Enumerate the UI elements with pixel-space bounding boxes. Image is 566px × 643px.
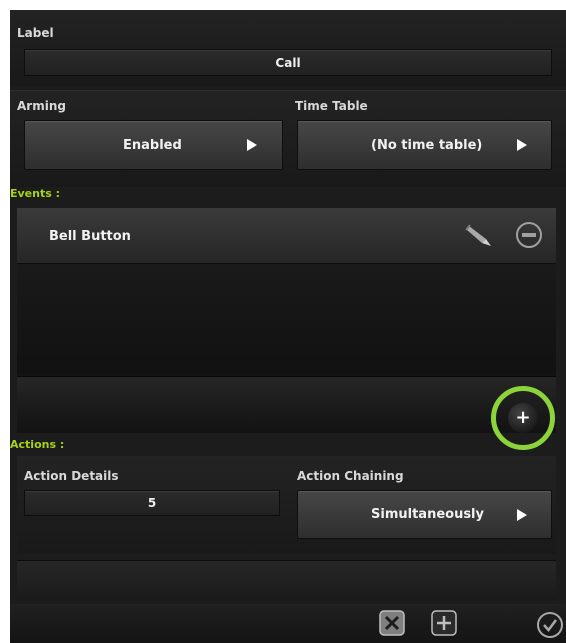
action-details-title: Action Details <box>24 469 119 483</box>
action-chaining-title: Action Chaining <box>297 469 404 483</box>
add-event-button[interactable]: + <box>491 386 555 450</box>
add-icon[interactable] <box>431 610 457 636</box>
pencil-icon[interactable] <box>465 222 493 248</box>
label-title: Label <box>17 26 54 40</box>
action-list <box>17 560 556 601</box>
confirm-icon[interactable] <box>536 611 564 639</box>
arming-title: Arming <box>17 99 66 113</box>
delete-icon[interactable] <box>379 610 405 636</box>
event-list-item[interactable]: Bell Button <box>17 208 556 264</box>
arming-value: Enabled <box>123 137 182 153</box>
action-chaining-arrow-icon <box>517 508 527 521</box>
actions-title: Actions : <box>10 438 65 451</box>
events-panel: Bell Button <box>17 208 556 433</box>
rule-editor-window: Label Call Arming Enabled Time Table (No… <box>10 10 566 643</box>
bottom-toolbar <box>10 604 566 643</box>
event-item-label: Bell Button <box>49 229 131 244</box>
label-panel: Label Call <box>10 10 566 86</box>
events-empty-area <box>17 264 556 374</box>
action-details-value[interactable]: 5 <box>24 490 280 516</box>
arming-timetable-panel: Arming Enabled Time Table (No time table… <box>10 90 566 187</box>
time-table-title: Time Table <box>295 99 368 113</box>
actions-panel: Action Details 5 Action Chaining Simulta… <box>17 456 556 554</box>
events-title: Events : <box>10 187 61 200</box>
label-input[interactable]: Call <box>24 49 552 76</box>
action-chaining-value: Simultaneously <box>371 507 484 522</box>
remove-event-icon[interactable] <box>514 220 544 250</box>
time-table-selector[interactable]: (No time table) <box>297 120 552 170</box>
time-table-value: (No time table) <box>371 137 483 153</box>
arming-selector[interactable]: Enabled <box>24 120 283 170</box>
add-icon: + <box>508 403 538 433</box>
events-footer-bar <box>17 376 556 433</box>
time-table-arrow-icon <box>517 139 527 151</box>
action-chaining-selector[interactable]: Simultaneously <box>297 490 552 539</box>
arming-arrow-icon <box>247 139 257 151</box>
